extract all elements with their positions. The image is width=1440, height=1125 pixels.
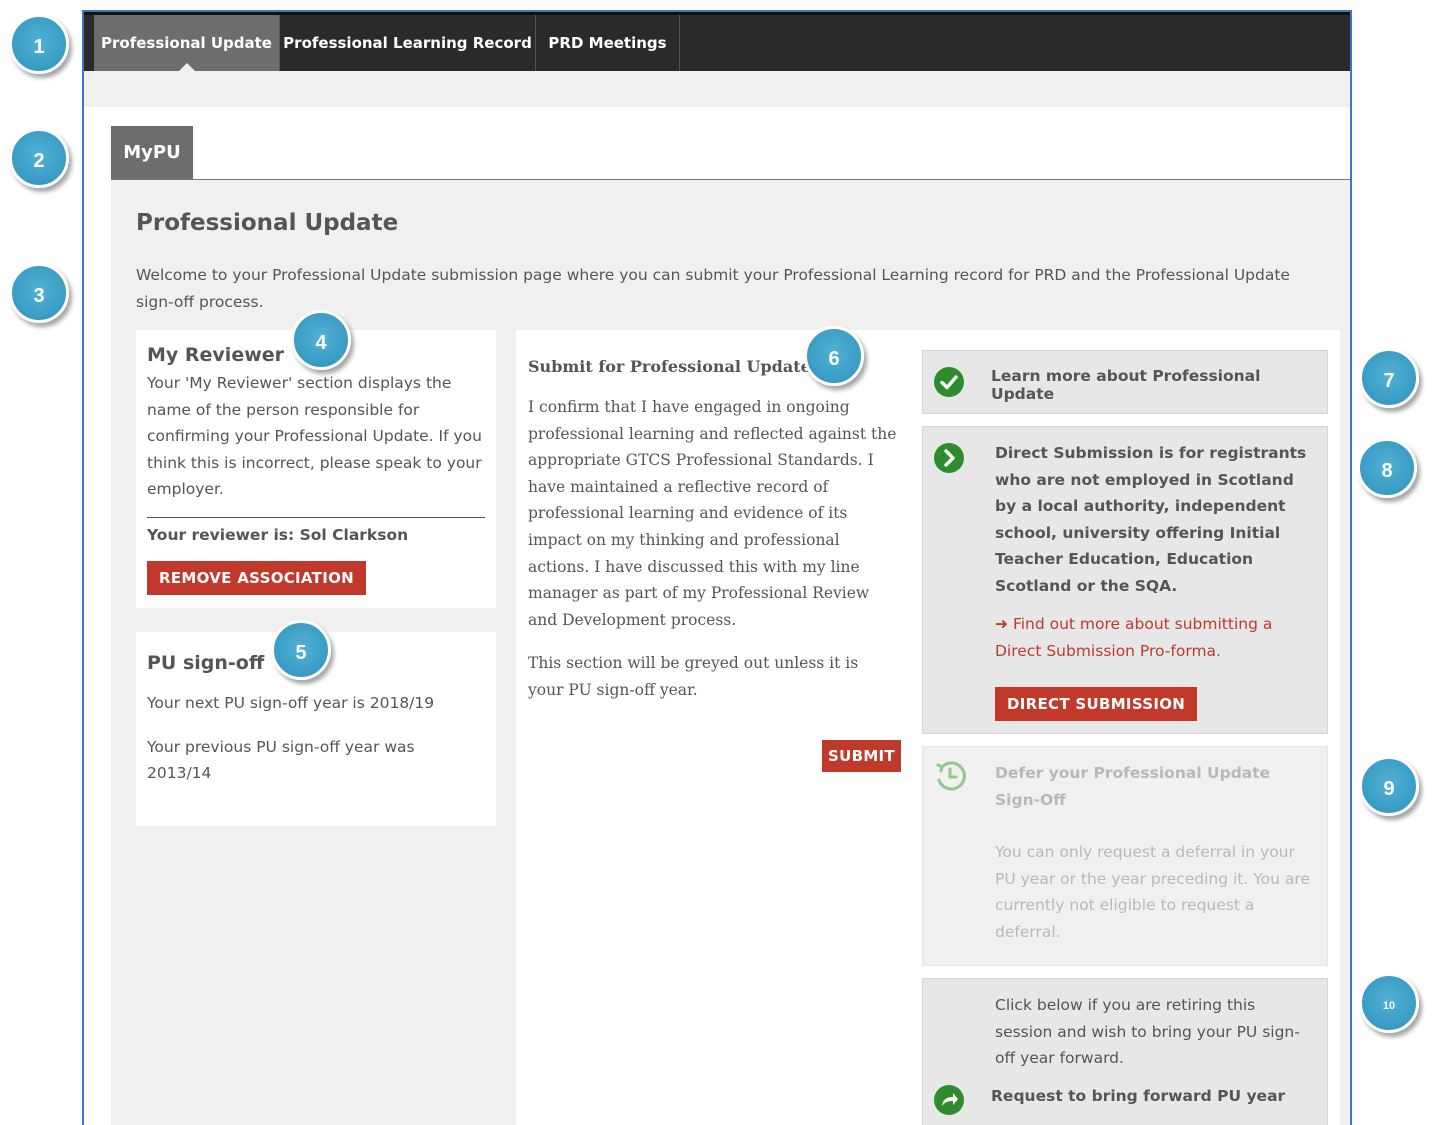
defer-signoff-box: Defer your Professional Update Sign-Off … bbox=[922, 746, 1328, 966]
bring-forward-box: Click below if you are retiring this ses… bbox=[922, 978, 1328, 1125]
callout-7: 7 bbox=[1359, 348, 1419, 408]
direct-submission-button[interactable]: DIRECT SUBMISSION bbox=[995, 687, 1198, 721]
submit-note: This section will be greyed out unless i… bbox=[528, 654, 859, 699]
bring-forward-description: Click below if you are retiring this ses… bbox=[995, 996, 1300, 1068]
callout-2: 2 bbox=[9, 128, 69, 188]
chevron-right-icon bbox=[934, 443, 964, 473]
direct-submission-info: Direct Submission is for registrants who… bbox=[995, 444, 1307, 595]
direct-submission-link-text[interactable]: Find out more about submitting a Direct … bbox=[995, 615, 1272, 660]
submit-button[interactable]: SUBMIT bbox=[822, 740, 901, 772]
tab-professional-learning-record[interactable]: Professional Learning Record bbox=[280, 15, 536, 71]
my-reviewer-description: Your 'My Reviewer' section displays the … bbox=[147, 374, 482, 499]
previous-signoff-year: Your previous PU sign-off year was 2013/… bbox=[147, 737, 415, 783]
callout-1: 1 bbox=[9, 14, 69, 74]
callout-6: 6 bbox=[804, 326, 864, 386]
submit-section: Submit for Professional Update I confirm… bbox=[528, 357, 898, 704]
callout-8: 8 bbox=[1357, 438, 1417, 498]
tab-prd-meetings[interactable]: PRD Meetings bbox=[536, 15, 680, 71]
top-navigation: Professional Update Professional Learnin… bbox=[84, 12, 1350, 71]
reviewer-divider bbox=[147, 516, 485, 518]
direct-submission-link[interactable]: ➜ Find out more about submitting a Direc… bbox=[995, 611, 1305, 664]
defer-description: You can only request a deferral in your … bbox=[995, 843, 1310, 941]
nav-spacer-bar bbox=[84, 71, 1350, 107]
page-title: Professional Update bbox=[136, 210, 399, 236]
tab-professional-update[interactable]: Professional Update bbox=[94, 15, 280, 71]
next-signoff-year: Your next PU sign-off year is 2018/19 bbox=[147, 694, 435, 712]
direct-submission-box: Direct Submission is for registrants who… bbox=[922, 426, 1328, 734]
tab-divider bbox=[111, 179, 1350, 180]
callout-10: 10 bbox=[1359, 973, 1419, 1033]
clock-history-icon bbox=[933, 759, 967, 793]
app-frame: Professional Update Professional Learnin… bbox=[82, 10, 1352, 1125]
defer-title: Defer your Professional Update Sign-Off bbox=[995, 764, 1271, 809]
tab-mypu[interactable]: MyPU bbox=[111, 126, 193, 179]
checkmark-icon bbox=[934, 367, 964, 397]
share-arrow-icon bbox=[934, 1085, 964, 1115]
callout-3: 3 bbox=[9, 263, 69, 323]
remove-association-button[interactable]: REMOVE ASSOCIATION bbox=[147, 560, 366, 595]
callout-4: 4 bbox=[291, 310, 351, 370]
my-reviewer-panel: My Reviewer Your 'My Reviewer' section d… bbox=[136, 330, 496, 608]
reviewer-name: Your reviewer is: Sol Clarkson bbox=[147, 525, 409, 544]
callout-5: 5 bbox=[271, 620, 331, 680]
callout-9: 9 bbox=[1359, 756, 1419, 816]
bring-forward-link[interactable]: Request to bring forward PU year bbox=[991, 1087, 1285, 1105]
arrow-right-icon: ➜ bbox=[995, 615, 1008, 633]
learn-more-box[interactable]: Learn more about Professional Update bbox=[922, 350, 1328, 414]
learn-more-link[interactable]: Learn more about Professional Update bbox=[991, 367, 1327, 403]
page-intro: Welcome to your Professional Update subm… bbox=[136, 266, 1290, 311]
submit-confirmation: I confirm that I have engaged in ongoing… bbox=[528, 398, 897, 629]
